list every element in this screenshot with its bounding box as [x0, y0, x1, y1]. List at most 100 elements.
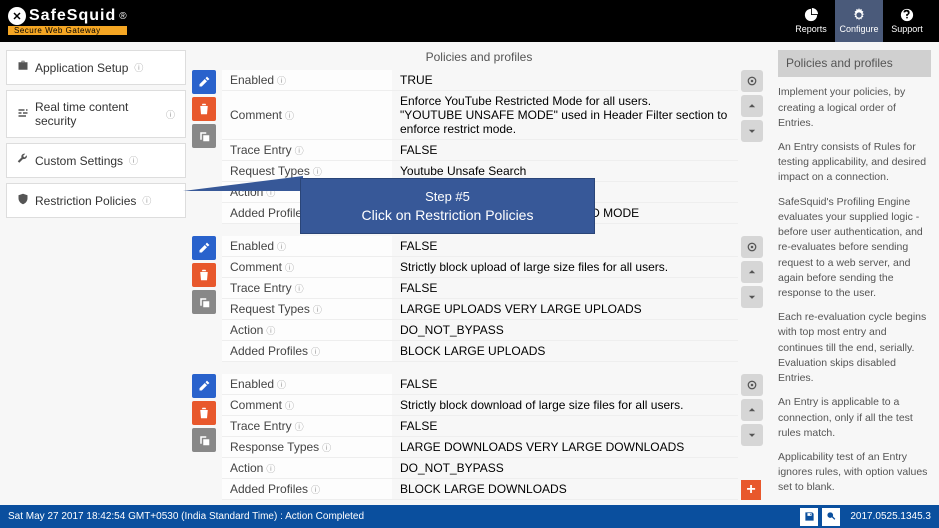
row-label: Added Profiles ⓘ	[222, 479, 392, 499]
move-down-button[interactable]	[741, 424, 763, 446]
logo-brand: SafeSquid	[29, 7, 116, 25]
info-icon: ⓘ	[311, 483, 320, 496]
entry-row: Trace Entry ⓘFALSE	[222, 140, 738, 161]
help-paragraph: Each re-evaluation cycle begins with top…	[778, 310, 931, 386]
help-panel: Policies and profiles Implement your pol…	[774, 42, 939, 505]
move-up-button[interactable]	[741, 399, 763, 421]
move-down-button[interactable]	[741, 120, 763, 142]
row-value: LARGE UPLOADS VERY LARGE UPLOADS	[392, 299, 738, 319]
row-label: Trace Entry ⓘ	[222, 278, 392, 298]
reports-button[interactable]: Reports	[787, 0, 835, 42]
copy-button[interactable]	[192, 124, 216, 148]
sidebar-item-real-time-content-security[interactable]: Real time content security ⓘ	[6, 90, 186, 138]
row-label: Comment ⓘ	[222, 257, 392, 277]
entry-row: Action ⓘDO_NOT_BYPASS	[222, 320, 738, 341]
target-button[interactable]	[741, 374, 763, 396]
row-value: TRUE	[392, 70, 738, 90]
support-button[interactable]: Support	[883, 0, 931, 42]
sidebar-item-custom-settings[interactable]: Custom Settings ⓘ	[6, 143, 186, 178]
move-up-button[interactable]	[741, 261, 763, 283]
target-button[interactable]	[741, 236, 763, 258]
target-button[interactable]	[741, 70, 763, 92]
content: Policies and profiles Enabled ⓘTRUEComme…	[192, 42, 939, 505]
logo-registered: ®	[119, 11, 126, 22]
edit-button[interactable]	[192, 70, 216, 94]
logo-icon: ✕	[8, 7, 26, 25]
footer: Sat May 27 2017 18:42:54 GMT+0530 (India…	[0, 505, 939, 528]
add-entry-button[interactable]: +	[741, 480, 761, 500]
briefcase-icon	[17, 60, 29, 75]
wrench-icon	[17, 153, 29, 168]
entry-block: Enabled ⓘFALSEComment ⓘStrictly block do…	[192, 374, 766, 500]
status-text: Sat May 27 2017 18:42:54 GMT+0530 (India…	[8, 511, 364, 522]
row-label: Trace Entry ⓘ	[222, 140, 392, 160]
entry-row: Comment ⓘStrictly block download of larg…	[222, 395, 738, 416]
row-value: DO_NOT_BYPASS	[392, 458, 738, 478]
save-button[interactable]	[800, 508, 818, 526]
help-paragraph: Implement your policies, by creating a l…	[778, 85, 931, 131]
info-icon: ⓘ	[277, 74, 286, 87]
top-actions: Reports Configure Support	[787, 0, 931, 42]
edit-button[interactable]	[192, 236, 216, 260]
row-label: Action ⓘ	[222, 458, 392, 478]
move-up-button[interactable]	[741, 95, 763, 117]
entry-action-icons	[192, 236, 222, 362]
delete-button[interactable]	[192, 263, 216, 287]
entry-grid: Enabled ⓘFALSEComment ⓘStrictly block up…	[222, 236, 738, 362]
info-icon: ⓘ	[313, 303, 322, 316]
callout-step: Step #5	[315, 189, 580, 204]
copy-button[interactable]	[192, 428, 216, 452]
search-button[interactable]	[822, 508, 840, 526]
logo-subtitle: Secure Web Gateway	[8, 26, 127, 35]
row-label: Added Profiles ⓘ	[222, 341, 392, 361]
entry-action-icons	[192, 374, 222, 500]
row-label: Enabled ⓘ	[222, 236, 392, 256]
row-value: FALSE	[392, 374, 738, 394]
info-icon: ⓘ	[295, 282, 304, 295]
top-btn-label: Reports	[795, 24, 827, 34]
row-value: BLOCK LARGE DOWNLOADS	[392, 479, 738, 499]
entry-block: Enabled ⓘFALSEComment ⓘStrictly block up…	[192, 236, 766, 362]
main: Application Setup ⓘ Real time content sec…	[0, 42, 939, 505]
help-title: Policies and profiles	[778, 50, 931, 77]
logo: ✕ SafeSquid® Secure Web Gateway	[8, 7, 127, 35]
sidebar-item-label: Application Setup	[35, 61, 128, 75]
help-paragraph: SafeSquid's Profiling Engine evaluates y…	[778, 195, 931, 302]
entry-action-icons	[192, 70, 222, 224]
copy-button[interactable]	[192, 290, 216, 314]
edit-button[interactable]	[192, 374, 216, 398]
help-paragraph: An Entry consists of Rules for testing a…	[778, 140, 931, 186]
row-value: Strictly block upload of large size file…	[392, 257, 738, 277]
info-icon: ⓘ	[285, 109, 294, 122]
row-value: FALSE	[392, 236, 738, 256]
entry-row: Trace Entry ⓘFALSE	[222, 416, 738, 437]
row-value: Strictly block download of large size fi…	[392, 395, 738, 415]
row-value: BLOCK LARGE UPLOADS	[392, 341, 738, 361]
row-label: Comment ⓘ	[222, 91, 392, 139]
entry-order-icons	[738, 70, 766, 224]
delete-button[interactable]	[192, 97, 216, 121]
info-icon: ⓘ	[266, 462, 275, 475]
entry-row: Enabled ⓘFALSE	[222, 374, 738, 395]
info-icon: ⓘ	[311, 345, 320, 358]
help-paragraph: An Entry is applicable to a connection, …	[778, 395, 931, 441]
configure-button[interactable]: Configure	[835, 0, 883, 42]
row-label: Comment ⓘ	[222, 395, 392, 415]
entry-row: Comment ⓘEnforce YouTube Restricted Mode…	[222, 91, 738, 140]
row-value: FALSE	[392, 278, 738, 298]
info-icon: ⓘ	[285, 261, 294, 274]
top-btn-label: Support	[891, 24, 923, 34]
sliders-icon	[17, 107, 29, 122]
move-down-button[interactable]	[741, 286, 763, 308]
delete-button[interactable]	[192, 401, 216, 425]
entry-grid: Enabled ⓘFALSEComment ⓘStrictly block do…	[222, 374, 738, 500]
info-icon: ⓘ	[277, 378, 286, 391]
row-label: Enabled ⓘ	[222, 70, 392, 90]
sidebar: Application Setup ⓘ Real time content sec…	[0, 42, 192, 505]
sidebar-item-restriction-policies[interactable]: Restriction Policies ⓘ	[6, 183, 186, 218]
section-title: Policies and profiles	[192, 44, 766, 70]
info-icon: ⓘ	[266, 324, 275, 337]
row-value: LARGE DOWNLOADS VERY LARGE DOWNLOADS	[392, 437, 738, 457]
info-icon: ⓘ	[295, 420, 304, 433]
sidebar-item-application-setup[interactable]: Application Setup ⓘ	[6, 50, 186, 85]
